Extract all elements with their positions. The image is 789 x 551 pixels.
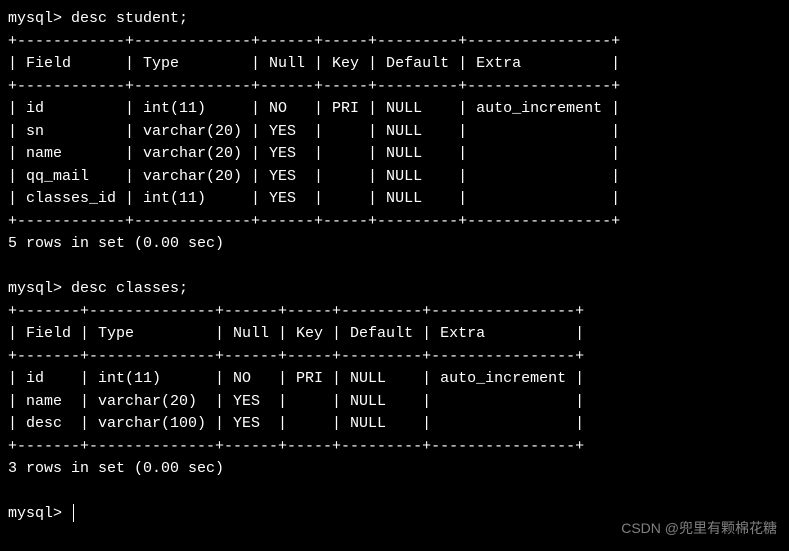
table2-header: | Field | Type | Null | Key | Default | … bbox=[8, 323, 781, 346]
result-1: 5 rows in set (0.00 sec) bbox=[8, 233, 781, 256]
mysql-prompt: mysql> bbox=[8, 10, 62, 27]
result-2: 3 rows in set (0.00 sec) bbox=[8, 458, 781, 481]
watermark: CSDN @兜里有颗棉花糖 bbox=[621, 518, 777, 539]
mysql-prompt: mysql> bbox=[8, 505, 62, 522]
cursor bbox=[73, 504, 74, 522]
table2-row: | name | varchar(20) | YES | | NULL | | bbox=[8, 391, 781, 414]
command-1: desc student; bbox=[71, 10, 188, 27]
table1-row: | id | int(11) | NO | PRI | NULL | auto_… bbox=[8, 98, 781, 121]
mysql-prompt: mysql> bbox=[8, 280, 62, 297]
command-2: desc classes; bbox=[71, 280, 188, 297]
table2-row: | desc | varchar(100) | YES | | NULL | | bbox=[8, 413, 781, 436]
table1-row: | classes_id | int(11) | YES | | NULL | … bbox=[8, 188, 781, 211]
table1-border-bot: +------------+-------------+------+-----… bbox=[8, 211, 781, 234]
table2-row: | id | int(11) | NO | PRI | NULL | auto_… bbox=[8, 368, 781, 391]
table1-row: | sn | varchar(20) | YES | | NULL | | bbox=[8, 121, 781, 144]
table2-border-top: +-------+--------------+------+-----+---… bbox=[8, 301, 781, 324]
blank-line bbox=[8, 256, 781, 279]
mysql-prompt-line-1: mysql> desc student; bbox=[8, 8, 781, 31]
table2-border-bot: +-------+--------------+------+-----+---… bbox=[8, 436, 781, 459]
mysql-prompt-line-2: mysql> desc classes; bbox=[8, 278, 781, 301]
table1-border-top: +------------+-------------+------+-----… bbox=[8, 31, 781, 54]
blank-line bbox=[8, 481, 781, 504]
table1-row: | qq_mail | varchar(20) | YES | | NULL |… bbox=[8, 166, 781, 189]
table2-border-mid: +-------+--------------+------+-----+---… bbox=[8, 346, 781, 369]
table1-row: | name | varchar(20) | YES | | NULL | | bbox=[8, 143, 781, 166]
table1-border-mid: +------------+-------------+------+-----… bbox=[8, 76, 781, 99]
table1-header: | Field | Type | Null | Key | Default | … bbox=[8, 53, 781, 76]
